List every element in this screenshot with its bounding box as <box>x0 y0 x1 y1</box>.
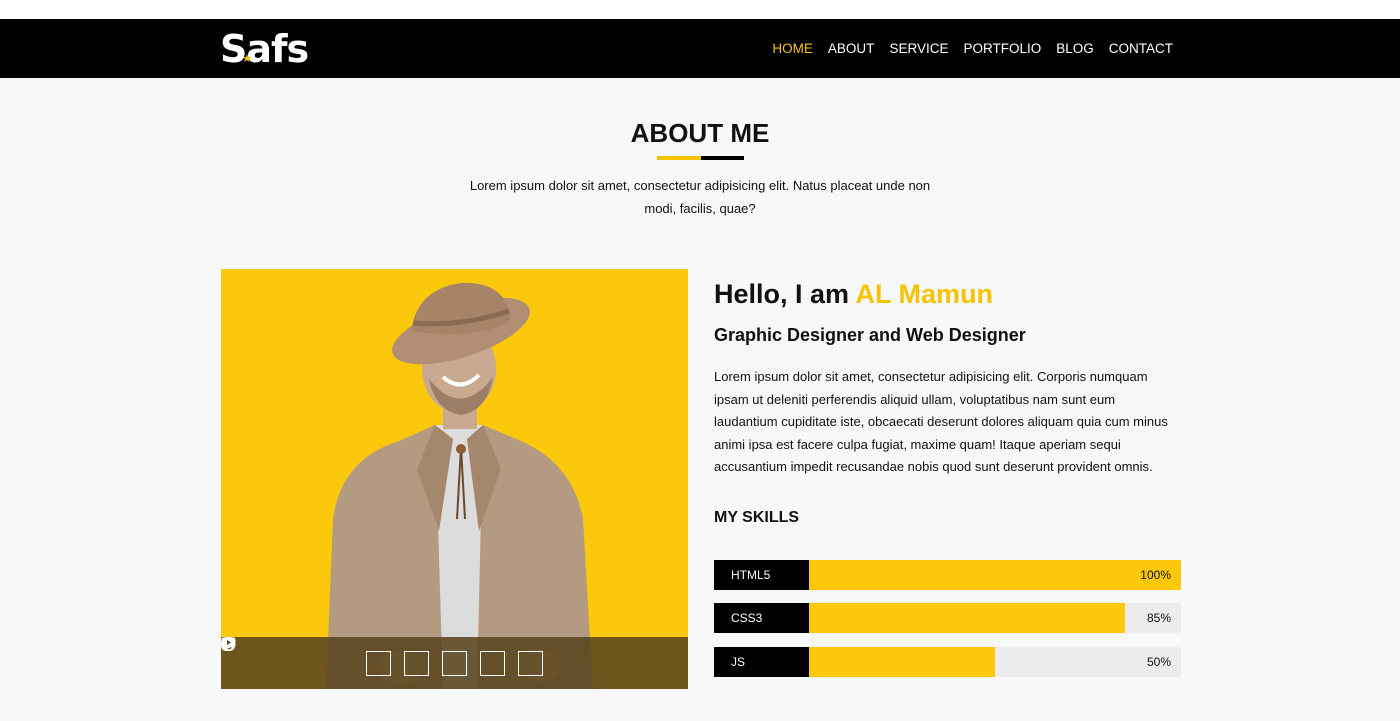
greeting-text: Hello, I am <box>714 279 850 309</box>
main-nav: HOME ABOUT SERVICE PORTFOLIO BLOG CONTAC… <box>772 41 1173 57</box>
nav-about[interactable]: ABOUT <box>828 41 875 57</box>
instagram-icon[interactable] <box>221 637 467 676</box>
skill-name: CSS3 <box>714 603 809 633</box>
logo[interactable]: Safs ★ <box>220 27 309 71</box>
skill-name: JS <box>714 647 809 677</box>
skill-percent: 50% <box>1146 655 1171 669</box>
underline-accent <box>657 156 701 160</box>
facebook-icon[interactable] <box>223 637 391 676</box>
skill-fill <box>809 560 1181 590</box>
skill-percent: 85% <box>1146 611 1171 625</box>
skill-bar-js: JS 50% <box>714 647 1181 677</box>
twitter-icon[interactable] <box>221 637 429 676</box>
underline-dark <box>701 156 744 160</box>
skill-name: HTML5 <box>714 560 809 590</box>
nav-service[interactable]: SERVICE <box>889 41 948 57</box>
person-illustration <box>326 282 593 689</box>
profile-bio: Lorem ipsum dolor sit amet, consectetur … <box>714 369 1168 474</box>
nav-blog[interactable]: BLOG <box>1056 41 1094 57</box>
profile-photo <box>221 269 688 689</box>
title-underline <box>657 156 744 160</box>
skill-fill <box>809 647 995 677</box>
skill-percent: 100% <box>1140 568 1171 582</box>
nav-contact[interactable]: CONTACT <box>1109 41 1173 57</box>
youtube-icon[interactable] <box>221 637 543 676</box>
top-strip <box>0 0 1400 19</box>
profile-name: AL Mamun <box>855 279 994 309</box>
logo-star-icon: ★ <box>242 52 252 65</box>
profile-role: Graphic Designer and Web Designer <box>714 325 1026 345</box>
nav-portfolio[interactable]: PORTFOLIO <box>963 41 1041 57</box>
section-title: ABOUT ME <box>630 118 770 148</box>
pinterest-icon[interactable] <box>221 637 505 676</box>
skill-bar-css3: CSS3 85% <box>714 603 1181 633</box>
skill-fill <box>809 603 1126 633</box>
skills-title: MY SKILLS <box>714 509 800 526</box>
navbar: Safs ★ HOME ABOUT SERVICE PORTFOLIO BLOG… <box>0 19 1400 78</box>
logo-text: Safs <box>220 27 309 71</box>
section-description: Lorem ipsum dolor sit amet, consectetur … <box>469 178 931 216</box>
skill-bar-html5: HTML5 100% <box>714 560 1181 590</box>
social-bar <box>221 637 688 689</box>
greeting-heading: Hello, I am AL Mamun <box>714 277 993 311</box>
nav-home[interactable]: HOME <box>772 41 813 57</box>
